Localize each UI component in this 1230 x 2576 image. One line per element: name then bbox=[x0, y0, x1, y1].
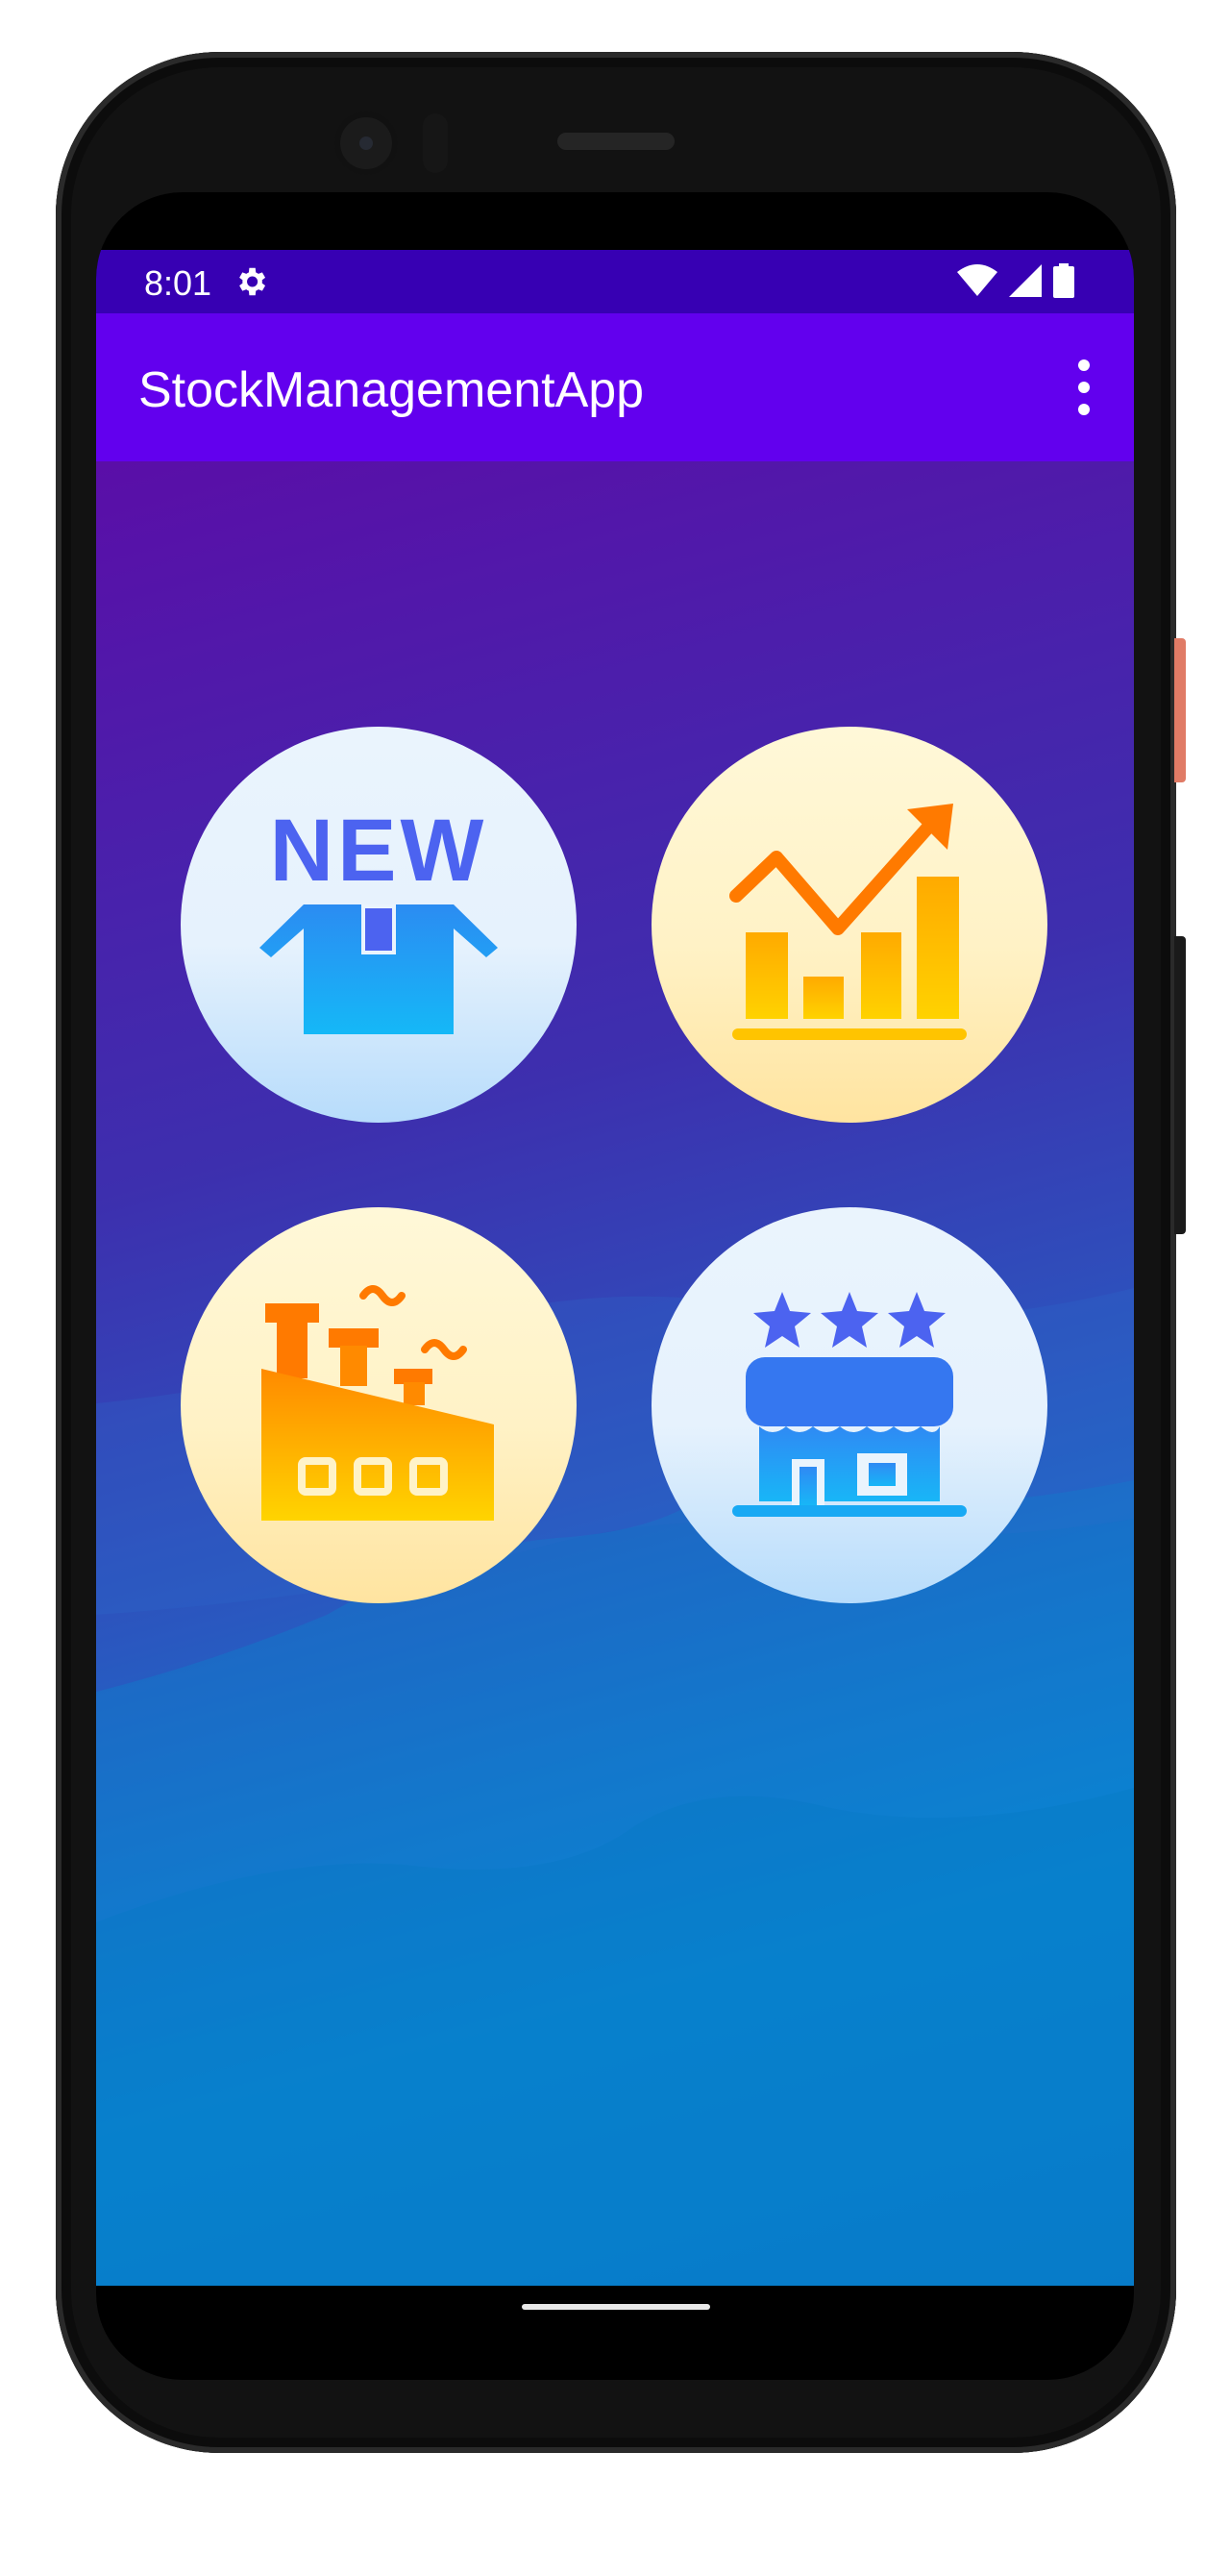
home-indicator[interactable] bbox=[522, 2304, 710, 2310]
front-camera bbox=[334, 111, 398, 175]
suppliers-tile[interactable] bbox=[181, 1207, 577, 1603]
gear-icon bbox=[239, 267, 266, 296]
app-screen: 8:01 StockManagementApp NEW bbox=[96, 250, 1134, 2286]
battery-icon bbox=[1053, 263, 1074, 298]
proximity-sensor bbox=[423, 113, 448, 173]
factory-icon bbox=[261, 1285, 494, 1521]
volume-button bbox=[1174, 936, 1186, 1234]
status-bar: 8:01 bbox=[96, 250, 1134, 313]
app-title: StockManagementApp bbox=[138, 362, 645, 418]
power-button bbox=[1174, 638, 1186, 782]
wifi-icon bbox=[957, 264, 997, 296]
status-time: 8:01 bbox=[144, 263, 212, 303]
phone-screen: 8:01 StockManagementApp NEW bbox=[96, 192, 1134, 2380]
cell-signal-icon bbox=[1009, 264, 1042, 297]
dashboard-content: NEW bbox=[96, 461, 1134, 2286]
new-stock-tile[interactable]: NEW bbox=[181, 727, 577, 1123]
new-product-box-icon: NEW bbox=[259, 802, 498, 1034]
new-label: NEW bbox=[270, 802, 488, 900]
overflow-menu-icon[interactable] bbox=[1072, 356, 1095, 419]
status-icons bbox=[957, 263, 1074, 298]
app-bar: StockManagementApp bbox=[96, 313, 1134, 461]
sales-report-tile[interactable] bbox=[652, 727, 1047, 1123]
store-rating-icon bbox=[732, 1292, 967, 1517]
earpiece-speaker bbox=[557, 133, 675, 150]
sales-growth-chart-icon bbox=[729, 804, 967, 1040]
stores-tile[interactable] bbox=[652, 1207, 1047, 1603]
